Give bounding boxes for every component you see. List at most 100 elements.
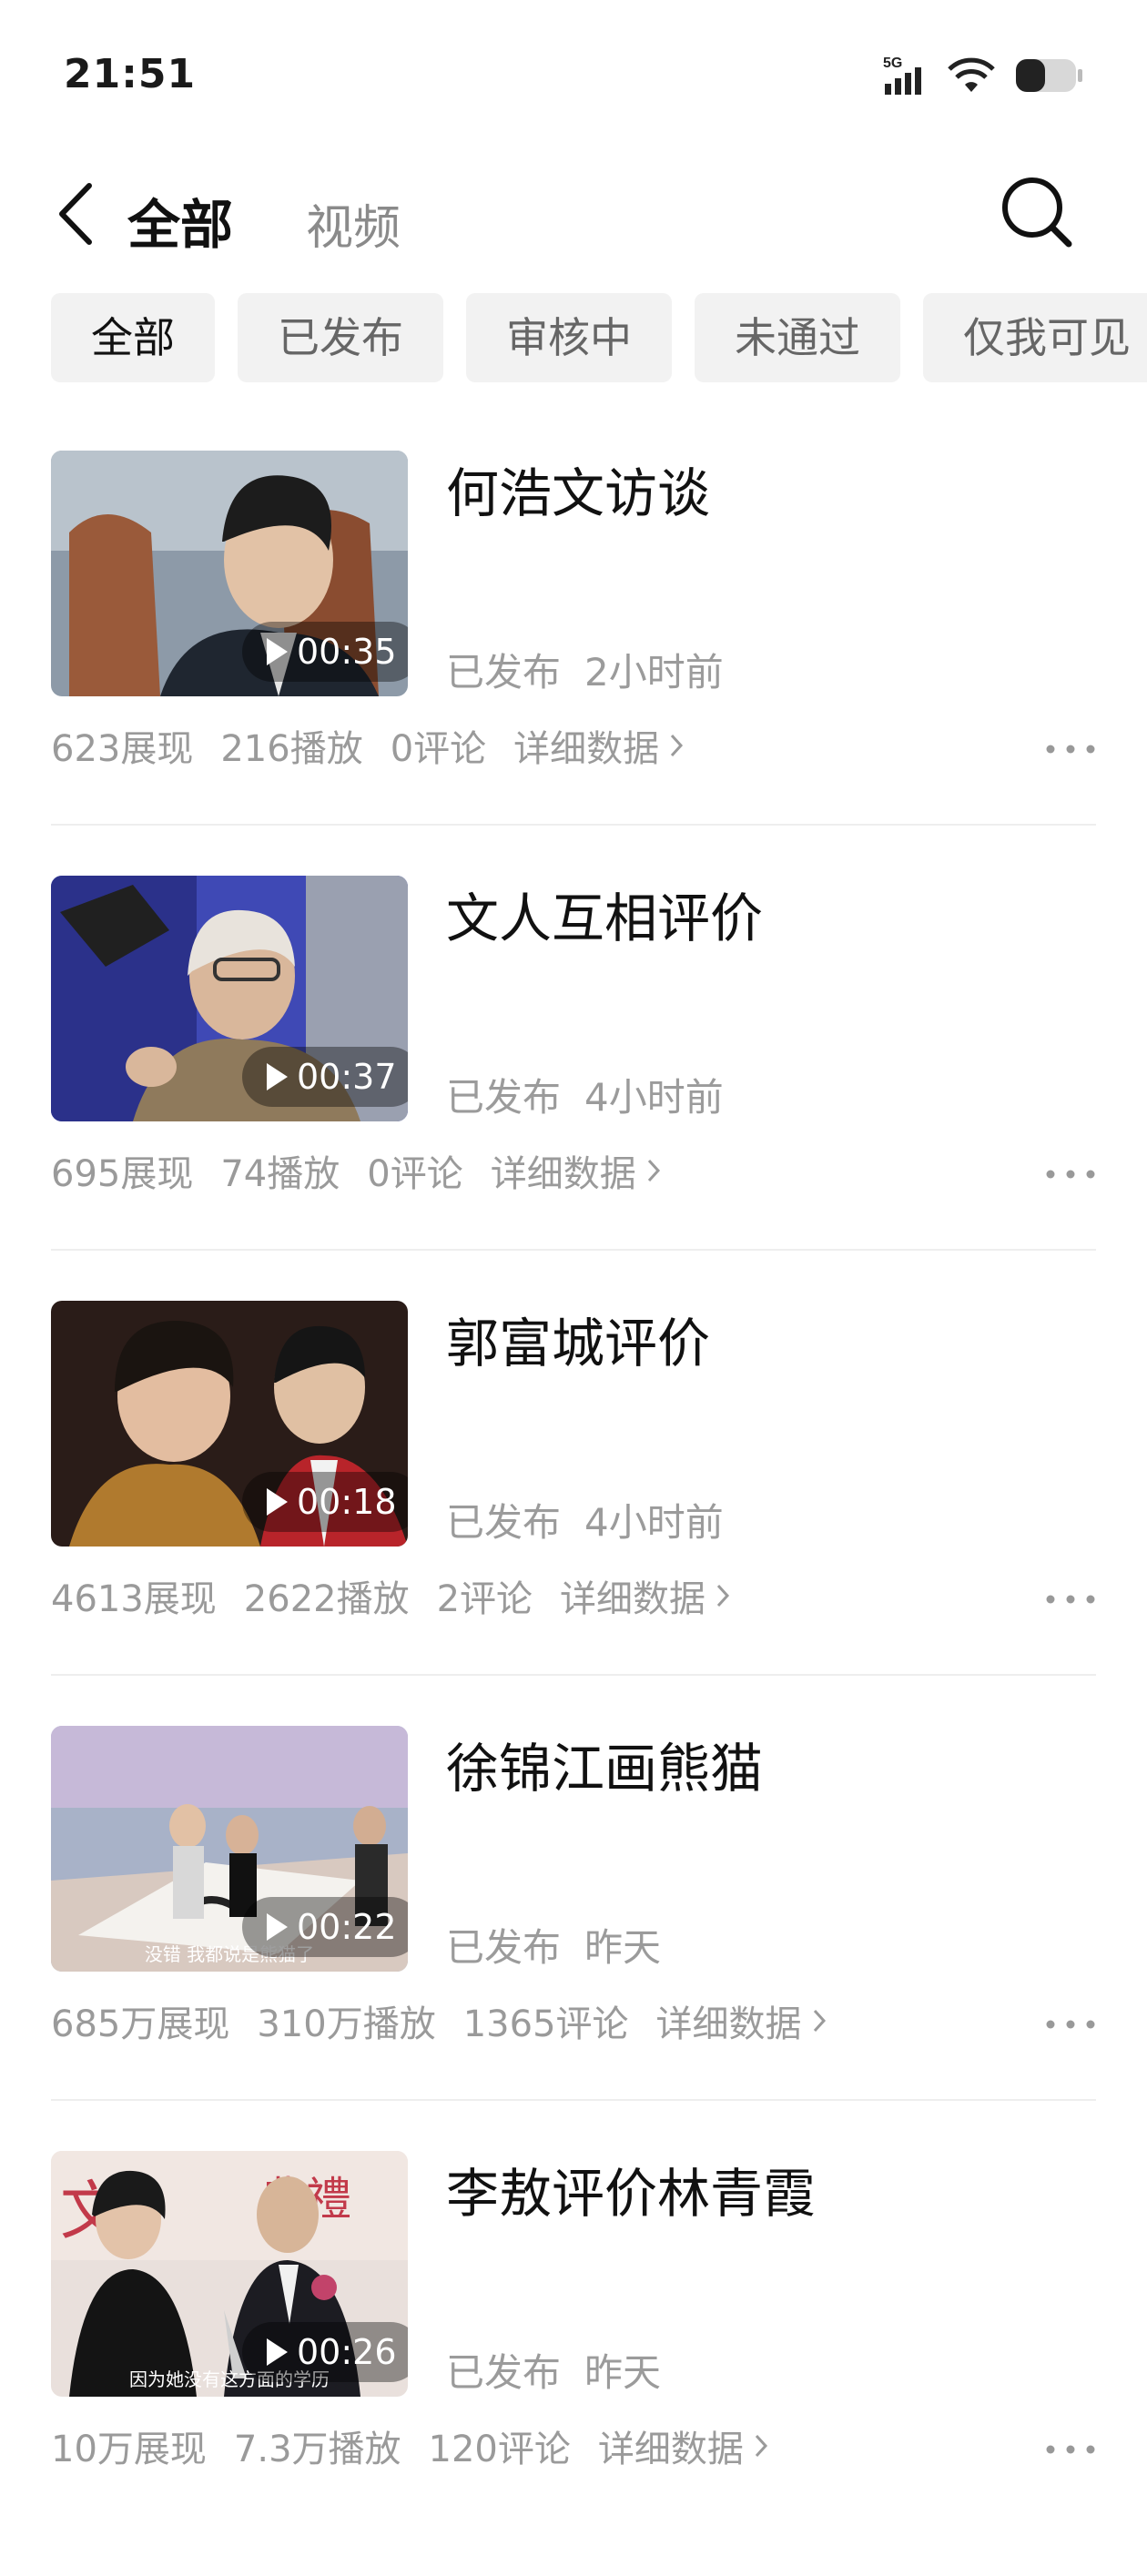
video-item[interactable]: 文 典禮 因为她没有这方面的学历 00:26 李敖评价林青霞 已发布昨天 10万 [0,2151,1147,2576]
plays-count: 2622播放 [243,1578,410,1620]
plays-count: 216播放 [220,728,363,770]
divider [51,824,1096,826]
comments-count: 0评论 [367,1153,463,1195]
video-stats: 4613展现 2622播放 2评论 详细数据 [51,1569,733,1622]
more-icon[interactable] [1045,2440,1096,2459]
play-icon [267,1913,288,1941]
detail-label: 详细数据 [513,728,660,770]
chevron-right-icon [716,1584,730,1607]
detail-label: 详细数据 [655,2003,802,2045]
header: 全部 视频 [0,155,1147,273]
duration-text: 00:35 [297,632,397,672]
filter-chip-reviewing[interactable]: 审核中 [466,293,672,382]
duration-text: 00:22 [297,1907,397,1947]
chevron-right-icon [671,734,684,757]
video-title[interactable]: 郭富城评价 [446,1301,710,1377]
chevron-right-icon [755,2434,767,2458]
video-list: 00:35 何浩文访谈 已发布 2小时前 623展现 216播放 0评论 详细数据 [0,451,1147,2576]
video-thumbnail[interactable]: 00:35 [51,451,408,696]
video-thumbnail[interactable]: 文 典禮 因为她没有这方面的学历 00:26 [51,2151,408,2397]
divider [51,1674,1096,1676]
more-icon[interactable] [1045,1590,1096,1608]
play-icon [267,638,288,665]
detail-data-link[interactable]: 详细数据 [598,2419,771,2472]
status-bar: 21:51 5G [0,0,1147,155]
duration-text: 00:18 [297,1482,397,1522]
divider [51,1249,1096,1251]
status-text: 已发布 [446,650,562,695]
video-meta: 已发布 4小时前 [446,1492,747,1547]
wifi-icon [948,57,995,92]
video-stats: 10万展现 7.3万播放 120评论 详细数据 [51,2419,771,2472]
plays-count: 74播放 [220,1153,340,1195]
video-item[interactable]: 00:35 何浩文访谈 已发布 2小时前 623展现 216播放 0评论 详细数据 [0,451,1147,876]
detail-label: 详细数据 [597,2429,744,2470]
search-icon[interactable] [987,160,1087,260]
play-icon [267,1063,288,1090]
video-title[interactable]: 文人互相评价 [446,876,763,952]
video-stats: 685万展现 310万播放 1365评论 详细数据 [51,1994,829,2047]
duration-badge: 00:18 [242,1472,408,1532]
signal-icon: 5G [883,56,921,95]
video-item[interactable]: 00:37 文人互相评价 已发布 4小时前 695展现 74播放 0评论 详细数据 [0,876,1147,1301]
video-title[interactable]: 徐锦江画熊猫 [446,1726,763,1802]
time-text: 昨天 [584,1925,662,1970]
battery-icon [1016,59,1082,92]
comments-count: 0评论 [390,728,487,770]
back-icon[interactable] [53,173,98,255]
filter-chip-all[interactable]: 全部 [51,293,215,382]
comments-count: 1365评论 [462,2003,629,2045]
more-icon[interactable] [1045,740,1096,758]
more-icon[interactable] [1045,2015,1096,2033]
video-item[interactable]: 没错 我都说是熊猫了 00:22 徐锦江画熊猫 已发布 昨天 685万展现 310… [0,1726,1147,2151]
detail-label: 详细数据 [560,1578,706,1620]
status-text: 已发布 [446,2350,562,2395]
video-thumbnail[interactable]: 00:18 [51,1301,408,1547]
status-text: 已发布 [446,1500,562,1545]
video-title[interactable]: 李敖评价林青霞 [446,2151,816,2227]
chevron-right-icon [647,1159,660,1182]
comments-count: 2评论 [436,1578,533,1620]
status-time: 21:51 [64,51,197,97]
time-text: 2小时前 [584,650,724,695]
views-count: 685万展现 [51,2003,230,2045]
detail-label: 详细数据 [490,1153,636,1195]
detail-data-link[interactable]: 详细数据 [491,1144,664,1197]
detail-data-link[interactable]: 详细数据 [560,1569,733,1622]
chevron-right-icon [813,2009,826,2033]
detail-data-link[interactable]: 详细数据 [656,1994,829,2047]
duration-badge: 00:26 [242,2322,408,2382]
comments-count: 120评论 [428,2429,571,2470]
play-icon [267,1488,288,1516]
video-meta: 已发布 4小时前 [446,1067,747,1122]
video-title[interactable]: 何浩文访谈 [446,451,710,527]
plays-count: 310万播放 [257,2003,436,2045]
views-count: 623展现 [51,728,194,770]
duration-badge: 00:37 [242,1047,408,1107]
video-meta: 已发布 昨天 [446,2342,685,2398]
filter-chip-rejected[interactable]: 未通过 [695,293,900,382]
status-text: 已发布 [446,1075,562,1120]
filter-chip-published[interactable]: 已发布 [238,293,443,382]
duration-badge: 00:22 [242,1897,408,1957]
views-count: 10万展现 [51,2429,207,2470]
divider [51,2099,1096,2101]
filter-chip-private[interactable]: 仅我可见 [923,293,1147,382]
video-meta: 已发布 2小时前 [446,642,747,697]
time-text: 昨天 [584,2350,662,2395]
duration-text: 00:26 [297,2332,397,2372]
status-text: 已发布 [446,1925,562,1970]
detail-data-link[interactable]: 详细数据 [513,719,686,772]
video-thumbnail[interactable]: 没错 我都说是熊猫了 00:22 [51,1726,408,1972]
tab-video[interactable]: 视频 [306,189,401,258]
page-title[interactable]: 全部 [127,182,233,259]
time-text: 4小时前 [584,1075,724,1120]
video-thumbnail[interactable]: 00:37 [51,876,408,1121]
views-count: 695展现 [51,1153,194,1195]
play-icon [267,2338,288,2366]
duration-badge: 00:35 [242,622,408,682]
video-stats: 695展现 74播放 0评论 详细数据 [51,1144,664,1197]
video-meta: 已发布 昨天 [446,1917,685,1973]
more-icon[interactable] [1045,1165,1096,1183]
video-item[interactable]: 00:18 郭富城评价 已发布 4小时前 4613展现 2622播放 2评论 详细… [0,1301,1147,1726]
